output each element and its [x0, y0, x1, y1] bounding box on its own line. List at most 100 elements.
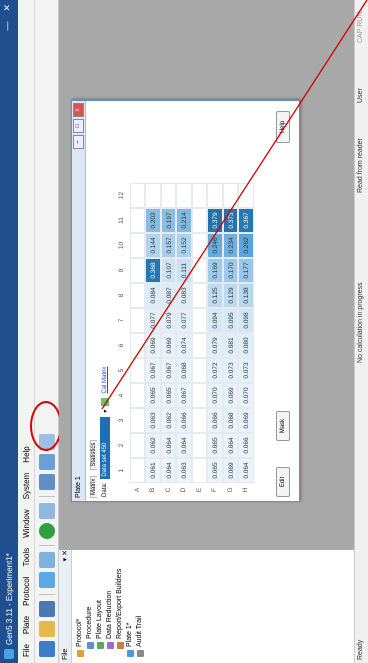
well-cell[interactable]: 0.064: [160, 433, 176, 458]
well-cell[interactable]: 0.379: [207, 208, 223, 233]
edit-button[interactable]: Edit: [276, 467, 290, 497]
well-cell[interactable]: 0.111: [176, 258, 192, 283]
plate-icon[interactable]: [38, 572, 55, 588]
well-cell[interactable]: [129, 308, 145, 333]
well-cell[interactable]: [191, 383, 207, 408]
well-cell[interactable]: 0.087: [160, 283, 176, 308]
tab-matrix[interactable]: Matrix: [90, 475, 97, 498]
well-cell[interactable]: 0.065: [207, 458, 223, 483]
well-cell[interactable]: 0.169: [207, 258, 223, 283]
tree-item-procedure[interactable]: Procedure: [85, 550, 95, 657]
well-cell[interactable]: 0.094: [207, 308, 223, 333]
well-cell[interactable]: 0.070: [238, 383, 254, 408]
well-cell[interactable]: 0.367: [238, 208, 254, 233]
well-cell[interactable]: 0.065: [160, 383, 176, 408]
well-cell[interactable]: 0.079: [160, 308, 176, 333]
well-cell[interactable]: 0.069: [222, 383, 238, 408]
well-cell[interactable]: [238, 183, 254, 208]
well-cell[interactable]: 0.080: [238, 333, 254, 358]
well-cell[interactable]: 0.197: [160, 208, 176, 233]
well-cell[interactable]: [129, 333, 145, 358]
tree-item-audit-trail[interactable]: Audit Trail: [135, 550, 145, 657]
data-select[interactable]: Data set 450: [100, 416, 110, 479]
well-cell[interactable]: 0.066: [176, 408, 192, 433]
well-cell[interactable]: [129, 408, 145, 433]
close-button[interactable]: ✕: [2, 4, 13, 12]
well-cell[interactable]: 0.177: [238, 258, 254, 283]
well-cell[interactable]: 0.203: [145, 208, 161, 233]
well-cell[interactable]: [129, 183, 145, 208]
edit-icon[interactable]: [101, 397, 109, 406]
well-cell[interactable]: 0.064: [160, 458, 176, 483]
tree-item-data-reduction[interactable]: Data Reduction: [105, 550, 115, 657]
well-cell[interactable]: 0.138: [238, 283, 254, 308]
well-cell[interactable]: [191, 408, 207, 433]
well-cell[interactable]: 0.065: [207, 433, 223, 458]
well-cell[interactable]: [191, 308, 207, 333]
well-cell[interactable]: 0.129: [222, 283, 238, 308]
well-cell[interactable]: 0.069: [222, 458, 238, 483]
save-icon[interactable]: [38, 601, 55, 617]
well-cell[interactable]: [191, 283, 207, 308]
well-cell[interactable]: [191, 233, 207, 258]
well-cell[interactable]: [176, 183, 192, 208]
menu-tools[interactable]: Tools: [22, 548, 31, 567]
menu-system[interactable]: System: [22, 473, 31, 500]
well-cell[interactable]: [129, 283, 145, 308]
well-cell[interactable]: 0.262: [238, 233, 254, 258]
well-cell[interactable]: 0.065: [145, 383, 161, 408]
well-cell[interactable]: 0.064: [176, 433, 192, 458]
help-button[interactable]: Help: [276, 111, 290, 143]
well-cell[interactable]: 0.067: [176, 383, 192, 408]
well-cell[interactable]: 0.068: [176, 358, 192, 383]
well-cell[interactable]: 0.064: [238, 458, 254, 483]
well-cell[interactable]: 0.072: [207, 358, 223, 383]
well-cell[interactable]: 0.064: [222, 433, 238, 458]
well-cell[interactable]: [129, 233, 145, 258]
maximize-button[interactable]: □: [73, 119, 84, 133]
minimize-button[interactable]: –: [73, 135, 84, 149]
well-cell[interactable]: 0.062: [145, 433, 161, 458]
well-cell[interactable]: [191, 208, 207, 233]
menu-file[interactable]: File: [22, 644, 31, 657]
well-cell[interactable]: [145, 183, 161, 208]
well-cell[interactable]: 0.368: [145, 258, 161, 283]
well-cell[interactable]: 0.079: [207, 333, 223, 358]
tree-item-plate-layout[interactable]: Plate Layout: [95, 550, 105, 657]
well-cell[interactable]: [191, 433, 207, 458]
well-cell[interactable]: 0.157: [160, 233, 176, 258]
well-cell[interactable]: 0.234: [222, 233, 238, 258]
well-cell[interactable]: 0.066: [238, 433, 254, 458]
well-cell[interactable]: 0.152: [176, 233, 192, 258]
well-cell[interactable]: 0.098: [238, 308, 254, 333]
dropdown-arrow-icon[interactable]: ▾: [102, 410, 109, 413]
well-cell[interactable]: [129, 258, 145, 283]
well-cell[interactable]: 0.125: [207, 283, 223, 308]
well-cell[interactable]: [129, 458, 145, 483]
cal-matrix-link[interactable]: Cal Matrix: [102, 367, 108, 394]
pin-icon[interactable]: ▾ ✕: [61, 550, 69, 561]
well-cell[interactable]: 0.067: [145, 358, 161, 383]
menu-protocol[interactable]: Protocol: [22, 577, 31, 606]
well-cell[interactable]: 0.069: [238, 408, 254, 433]
tree-item-protocol[interactable]: Protocol*: [75, 550, 85, 657]
well-cell[interactable]: 0.068: [222, 408, 238, 433]
well-cell[interactable]: 0.107: [160, 258, 176, 283]
well-cell[interactable]: [191, 258, 207, 283]
well-cell[interactable]: 0.061: [145, 458, 161, 483]
well-cell[interactable]: 0.073: [238, 358, 254, 383]
well-cell[interactable]: [129, 433, 145, 458]
open-icon[interactable]: [38, 621, 55, 637]
well-cell[interactable]: 0.077: [176, 308, 192, 333]
well-cell[interactable]: 0.246: [207, 233, 223, 258]
menu-window[interactable]: Window: [22, 509, 31, 537]
well-cell[interactable]: [129, 358, 145, 383]
well-cell[interactable]: 0.070: [207, 383, 223, 408]
well-cell[interactable]: 0.170: [222, 258, 238, 283]
protocol-icon[interactable]: [38, 552, 55, 568]
menu-help[interactable]: Help: [22, 446, 31, 462]
well-cell[interactable]: 0.077: [145, 308, 161, 333]
well-cell[interactable]: [191, 183, 207, 208]
well-cell[interactable]: [222, 183, 238, 208]
well-cell[interactable]: 0.069: [145, 333, 161, 358]
